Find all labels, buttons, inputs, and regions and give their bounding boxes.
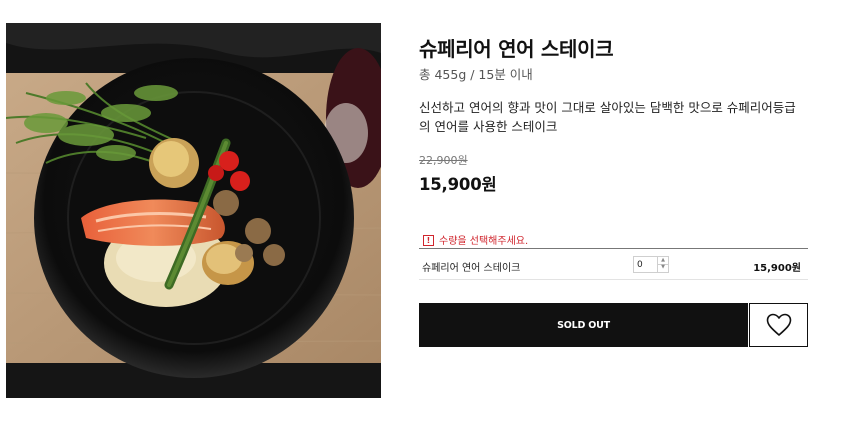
warning-text: 수량을 선택해주세요. [439, 236, 529, 247]
selected-option-row: 슈페리어 연어 스테이크 ▲ ▼ 15,900원 [419, 248, 808, 280]
quantity-input[interactable] [634, 257, 657, 272]
sale-price: 15,900원 [419, 175, 497, 194]
sold-out-button[interactable]: SOLD OUT [419, 303, 748, 347]
option-name: 슈페리어 연어 스테이크 [422, 263, 521, 274]
original-price: 22,900원 [419, 154, 468, 167]
product-subtitle: 총 455g / 15분 이내 [419, 67, 533, 82]
salmon-steak-photo [6, 23, 381, 398]
quantity-warning: ! 수량을 선택해주세요. [423, 232, 528, 247]
wishlist-button[interactable] [749, 303, 808, 347]
quantity-down-button[interactable]: ▼ [658, 264, 668, 271]
option-price: 15,900원 [753, 263, 801, 274]
product-image [6, 23, 381, 398]
stepper-buttons: ▲ ▼ [657, 257, 668, 272]
product-info: 슈페리어 연어 스테이크 총 455g / 15분 이내 신선하고 연어의 향과… [419, 0, 808, 426]
quantity-stepper: ▲ ▼ [633, 256, 669, 273]
warning-icon: ! [423, 235, 434, 246]
product-title: 슈페리어 연어 스테이크 [419, 37, 614, 61]
product-description: 신선하고 연어의 향과 맛이 그대로 살아있는 담백한 맛으로 슈페리어등급의 … [419, 100, 796, 134]
heart-icon [766, 313, 791, 336]
